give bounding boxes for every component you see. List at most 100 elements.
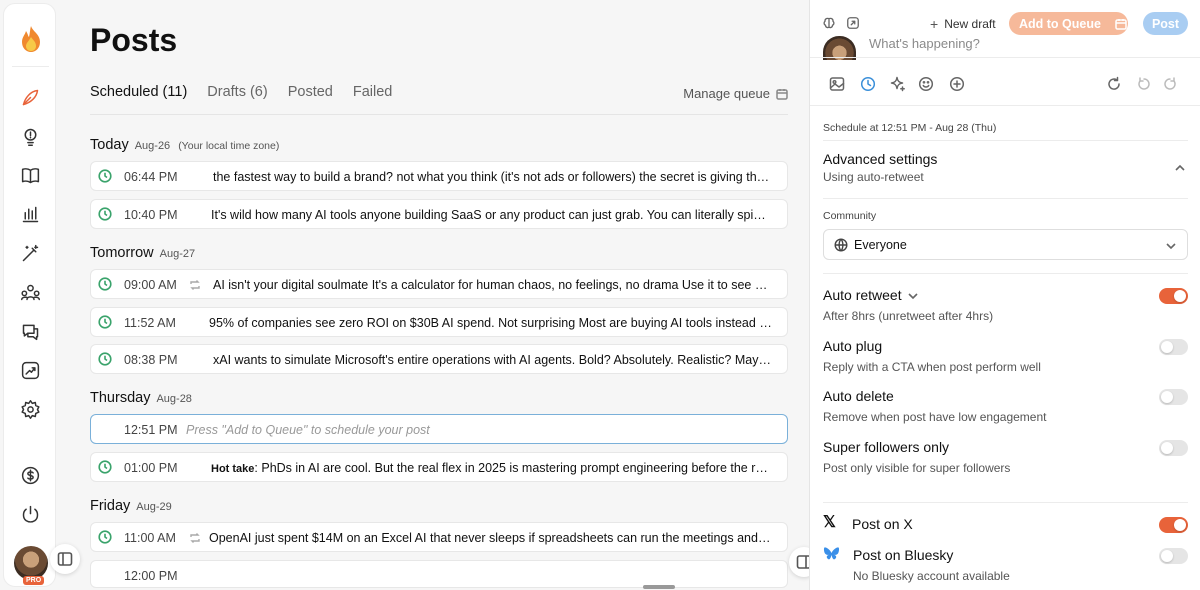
add-thread-icon[interactable] <box>949 76 965 92</box>
tab-drafts[interactable]: Drafts (6) <box>207 84 267 100</box>
scheduled-post-row[interactable]: 09:00 AM AI isn't your digital soulmate … <box>90 269 788 299</box>
slot-time: 12:00 PM <box>124 569 178 583</box>
calendar-icon <box>776 88 788 100</box>
clock-icon <box>98 207 112 221</box>
super-followers-subtitle: Post only visible for super followers <box>823 461 1011 475</box>
calendar-icon[interactable] <box>1115 18 1127 30</box>
auto-plug-title: Auto plug <box>823 338 883 354</box>
user-avatar[interactable]: PRO <box>14 546 48 585</box>
advanced-settings-subtitle: Using auto-retweet <box>823 170 924 184</box>
day-date: Aug-27 <box>159 248 196 260</box>
expand-icon[interactable] <box>846 16 860 30</box>
auto-delete-title: Auto delete <box>823 388 894 404</box>
bluesky-butterfly-icon <box>823 546 840 562</box>
manage-queue-link[interactable]: Manage queue <box>683 86 788 101</box>
auto-delete-toggle[interactable] <box>1159 389 1188 405</box>
nav-billing-dollar-icon[interactable] <box>18 463 42 487</box>
scheduled-post-row[interactable]: 01:00 PM Hot take: PhDs in AI are cool. … <box>90 452 788 482</box>
post-time: 01:00 PM <box>124 461 178 475</box>
clock-icon <box>98 530 112 544</box>
rail-divider <box>12 66 49 67</box>
clock-icon <box>98 460 112 474</box>
schedule-info[interactable]: Schedule at 12:51 PM - Aug 28 (Thu) <box>823 122 996 134</box>
auto-delete-subtitle: Remove when post have low engagement <box>823 410 1047 424</box>
clock-icon <box>98 169 112 183</box>
scheduled-post-row[interactable]: 11:00 AM OpenAI just spent $14M on an Ex… <box>90 522 788 552</box>
new-draft-button[interactable]: + New draft <box>930 16 996 32</box>
tab-scheduled[interactable]: Scheduled (11) <box>90 84 187 100</box>
post-prefix: Hot take <box>211 463 255 475</box>
refresh-icon[interactable] <box>1106 76 1122 92</box>
clock-icon <box>98 315 112 329</box>
chevron-up-icon[interactable] <box>1174 161 1186 173</box>
horizontal-scrollbar[interactable] <box>643 585 675 589</box>
post-text: xAI wants to simulate Microsoft's entire… <box>213 353 772 367</box>
auto-retweet-toggle[interactable] <box>1159 288 1188 304</box>
day-name: Thursday <box>90 390 151 406</box>
post-button[interactable]: Post <box>1143 12 1188 35</box>
compose-input[interactable]: What's happening? <box>869 36 980 51</box>
tab-posted[interactable]: Posted <box>288 84 333 100</box>
avatar-image <box>14 546 48 580</box>
post-text: It's wild how many AI tools anyone build… <box>211 208 772 222</box>
day-header-tomorrow: Tomorrow Aug-27 <box>90 245 195 261</box>
tab-failed[interactable]: Failed <box>353 84 393 100</box>
emoji-icon[interactable] <box>918 76 934 92</box>
post-on-x-toggle[interactable] <box>1159 517 1188 533</box>
auto-retweet-icon <box>189 531 201 543</box>
pro-badge: PRO <box>23 576 45 585</box>
auto-retweet-icon <box>189 278 201 290</box>
post-text: AI isn't your digital soulmate It's a ca… <box>213 278 772 292</box>
scheduled-post-row[interactable]: 10:40 PM It's wild how many AI tools any… <box>90 199 788 229</box>
nav-growth-chart-icon[interactable] <box>18 358 42 382</box>
nav-compose-icon[interactable] <box>18 85 42 109</box>
community-value: Everyone <box>854 238 907 252</box>
nav-magic-wand-icon[interactable] <box>18 241 42 265</box>
brain-icon[interactable] <box>822 16 836 30</box>
tabs-divider <box>90 114 788 115</box>
post-time: 11:00 AM <box>124 531 176 545</box>
nav-logout-icon[interactable] <box>18 502 42 526</box>
nav-messages-icon[interactable] <box>18 319 42 343</box>
posts-main: Posts Scheduled (11) Drafts (6) Posted F… <box>60 0 808 590</box>
auto-retweet-subtitle: After 8hrs (unretweet after 4hrs) <box>823 309 994 323</box>
day-header-today: Today Aug-26 (Your local time zone) <box>90 137 279 153</box>
redo-icon[interactable] <box>1162 76 1178 92</box>
post-text: Hot take: PhDs in AI are cool. But the r… <box>211 461 772 475</box>
auto-plug-toggle[interactable] <box>1159 339 1188 355</box>
advanced-settings-title[interactable]: Advanced settings <box>823 151 937 167</box>
new-draft-label: New draft <box>944 17 996 31</box>
nav-community-icon[interactable] <box>18 280 42 304</box>
post-text: 95% of companies see zero ROI on $30B AI… <box>209 316 772 330</box>
plus-icon: + <box>930 16 939 32</box>
empty-queue-slot[interactable]: 12:51 PM Press "Add to Queue" to schedul… <box>90 414 788 444</box>
ai-sparkle-icon[interactable] <box>890 76 906 92</box>
auto-retweet-title[interactable]: Auto retweet <box>823 287 902 303</box>
schedule-clock-icon[interactable] <box>860 76 876 92</box>
day-header-friday: Friday Aug-29 <box>90 498 172 514</box>
nav-ideas-icon[interactable] <box>18 124 42 148</box>
day-name: Today <box>90 137 129 153</box>
post-text: OpenAI just spent $14M on an Excel AI th… <box>209 531 772 545</box>
slot-placeholder: Press "Add to Queue" to schedule your po… <box>186 423 430 437</box>
community-select[interactable]: Everyone <box>823 229 1188 260</box>
scheduled-post-row[interactable]: 06:44 PM the fastest way to build a bran… <box>90 161 788 191</box>
community-label: Community <box>823 210 877 222</box>
nav-analytics-icon[interactable] <box>18 202 42 226</box>
scheduled-post-row[interactable]: 08:38 PM xAI wants to simulate Microsoft… <box>90 344 788 374</box>
flame-logo-icon[interactable] <box>16 24 46 54</box>
nav-library-book-icon[interactable] <box>18 163 42 187</box>
image-icon[interactable] <box>829 76 845 92</box>
post-time: 09:00 AM <box>124 278 177 292</box>
undo-icon[interactable] <box>1136 76 1152 92</box>
chevron-down-icon[interactable] <box>907 289 919 301</box>
nav-settings-gear-icon[interactable] <box>18 397 42 421</box>
add-to-queue-button[interactable]: Add to Queue <box>1009 12 1128 35</box>
empty-queue-slot[interactable]: 12:00 PM <box>90 560 788 588</box>
scheduled-post-row[interactable]: 11:52 AM 95% of companies see zero ROI o… <box>90 307 788 337</box>
x-logo-icon: 𝕏 <box>823 514 836 531</box>
super-followers-toggle[interactable] <box>1159 440 1188 456</box>
post-time: 06:44 PM <box>124 170 178 184</box>
post-on-bluesky-toggle[interactable] <box>1159 548 1188 564</box>
divider <box>823 273 1188 274</box>
